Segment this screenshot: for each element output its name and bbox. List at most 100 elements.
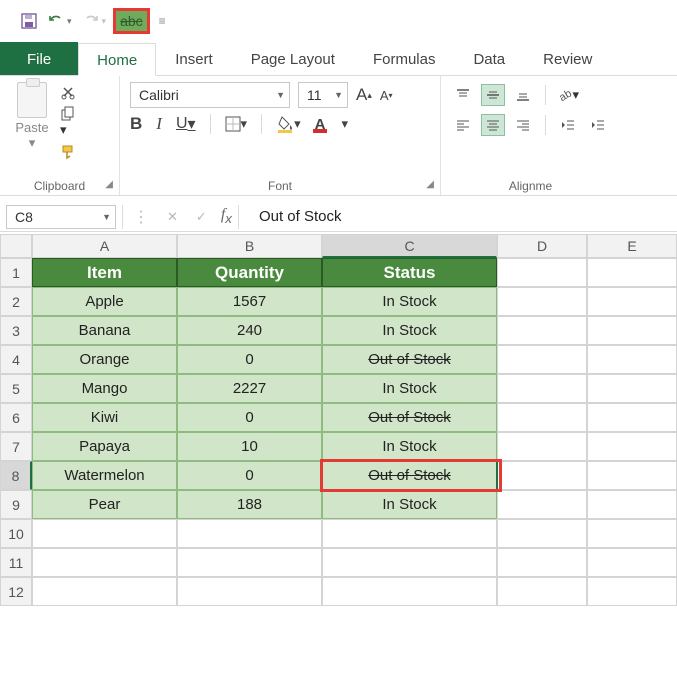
cell[interactable]: Orange <box>32 345 177 374</box>
name-box[interactable]: C8▼ <box>6 205 116 229</box>
cell[interactable]: 188 <box>177 490 322 519</box>
cell[interactable] <box>587 345 677 374</box>
cell[interactable]: 1567 <box>177 287 322 316</box>
tab-file[interactable]: File <box>0 42 78 75</box>
cell[interactable] <box>587 548 677 577</box>
align-right-button[interactable] <box>511 114 535 136</box>
enter-formula-button[interactable]: ✓ <box>196 209 207 225</box>
cell[interactable] <box>497 490 587 519</box>
cell[interactable] <box>497 432 587 461</box>
cell[interactable] <box>497 316 587 345</box>
cell[interactable] <box>177 548 322 577</box>
chevron-down-icon[interactable]: ▼ <box>276 90 285 100</box>
cell[interactable] <box>587 403 677 432</box>
underline-button[interactable]: U▾ <box>176 114 196 134</box>
cell[interactable] <box>587 461 677 490</box>
copy-button[interactable]: ▾ <box>60 106 76 138</box>
cell[interactable]: In Stock <box>322 316 497 345</box>
cell[interactable] <box>322 548 497 577</box>
dialog-launcher-icon[interactable]: ◢ <box>426 179 434 190</box>
cell[interactable] <box>587 374 677 403</box>
cancel-formula-button[interactable]: ✕ <box>167 209 178 225</box>
cell[interactable]: 240 <box>177 316 322 345</box>
font-name-combo[interactable]: Calibri▼ <box>130 82 290 108</box>
font-size-combo[interactable]: 11▼ <box>298 82 348 108</box>
row-header-9[interactable]: 9 <box>0 490 32 519</box>
customize-qat-button[interactable]: ≡ <box>154 11 169 31</box>
cell[interactable]: 2227 <box>177 374 322 403</box>
cell[interactable]: Status <box>322 258 497 287</box>
col-header-A[interactable]: A <box>32 234 177 258</box>
cell[interactable] <box>322 577 497 606</box>
cell[interactable] <box>177 577 322 606</box>
cell[interactable] <box>587 258 677 287</box>
spreadsheet-grid[interactable]: 123456789101112 ABCDE ItemQuantityStatus… <box>0 234 677 606</box>
tab-home[interactable]: Home <box>78 43 156 76</box>
tab-data[interactable]: Data <box>454 42 524 75</box>
row-header-10[interactable]: 10 <box>0 519 32 548</box>
cell[interactable] <box>497 258 587 287</box>
font-color-button[interactable]: A▾ <box>315 115 348 133</box>
increase-indent-button[interactable] <box>586 114 610 136</box>
align-center-button[interactable] <box>481 114 505 136</box>
cell[interactable]: Watermelon <box>32 461 177 490</box>
cell[interactable]: Pear <box>32 490 177 519</box>
borders-button[interactable]: ▾ <box>225 116 248 132</box>
cell[interactable] <box>32 577 177 606</box>
align-top-button[interactable] <box>451 84 475 106</box>
cell[interactable]: Out of Stock <box>322 345 497 374</box>
cell[interactable] <box>587 316 677 345</box>
tab-page-layout[interactable]: Page Layout <box>232 42 354 75</box>
select-all-corner[interactable] <box>0 234 32 258</box>
col-header-E[interactable]: E <box>587 234 677 258</box>
functions-button[interactable]: ⋮ <box>133 207 149 227</box>
chevron-down-icon[interactable]: ▼ <box>102 212 111 222</box>
save-button[interactable] <box>18 10 40 32</box>
cell[interactable] <box>497 519 587 548</box>
cell[interactable] <box>587 432 677 461</box>
row-header-4[interactable]: 4 <box>0 345 32 374</box>
cell[interactable]: Out of Stock <box>322 403 497 432</box>
cell[interactable]: In Stock <box>322 374 497 403</box>
cell[interactable]: 10 <box>177 432 322 461</box>
cell[interactable]: 0 <box>177 461 322 490</box>
cell[interactable]: Out of Stock <box>322 461 497 490</box>
bold-button[interactable]: B <box>130 114 142 134</box>
fill-color-button[interactable]: ▾ <box>276 115 301 133</box>
italic-button[interactable]: I <box>156 114 162 134</box>
row-header-1[interactable]: 1 <box>0 258 32 287</box>
undo-button[interactable]: ▾ <box>44 10 75 32</box>
decrease-indent-button[interactable] <box>556 114 580 136</box>
cell[interactable] <box>587 490 677 519</box>
row-header-6[interactable]: 6 <box>0 403 32 432</box>
formula-input[interactable]: Out of Stock <box>259 208 342 225</box>
row-header-7[interactable]: 7 <box>0 432 32 461</box>
col-header-C[interactable]: C <box>322 234 497 258</box>
cell[interactable] <box>497 548 587 577</box>
row-header-11[interactable]: 11 <box>0 548 32 577</box>
cell[interactable] <box>497 577 587 606</box>
cell[interactable]: 0 <box>177 345 322 374</box>
cell[interactable]: 0 <box>177 403 322 432</box>
dialog-launcher-icon[interactable]: ◢ <box>105 179 113 190</box>
tab-formulas[interactable]: Formulas <box>354 42 455 75</box>
cell[interactable]: Quantity <box>177 258 322 287</box>
cell[interactable]: In Stock <box>322 432 497 461</box>
decrease-font-button[interactable]: A▾ <box>380 88 393 103</box>
align-bottom-button[interactable] <box>511 84 535 106</box>
cell[interactable]: Banana <box>32 316 177 345</box>
row-header-8[interactable]: 8 <box>0 461 32 490</box>
cell[interactable] <box>497 345 587 374</box>
cell[interactable]: In Stock <box>322 287 497 316</box>
col-header-B[interactable]: B <box>177 234 322 258</box>
cell[interactable] <box>587 577 677 606</box>
chevron-down-icon[interactable]: ▾ <box>294 116 301 132</box>
row-header-3[interactable]: 3 <box>0 316 32 345</box>
cell[interactable] <box>497 461 587 490</box>
strikethrough-qat-button[interactable]: abc <box>113 8 150 34</box>
cell[interactable] <box>322 519 497 548</box>
cut-button[interactable] <box>60 84 76 100</box>
chevron-down-icon[interactable]: ▾ <box>188 114 196 134</box>
tab-review[interactable]: Review <box>524 42 611 75</box>
cell[interactable] <box>587 287 677 316</box>
